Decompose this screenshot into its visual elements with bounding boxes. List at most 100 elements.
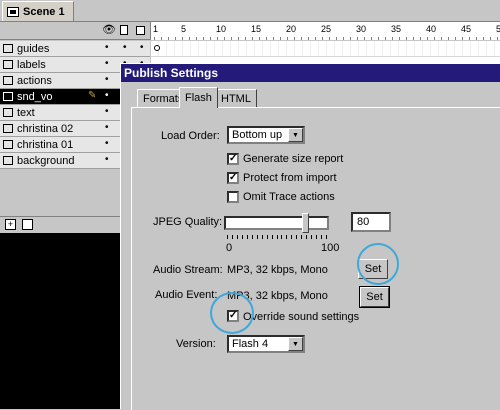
override-sound-label: Override sound settings [243,311,360,323]
ruler-tick [427,37,428,40]
ruler-tick [490,37,491,40]
highlight-circle [357,243,399,285]
load-order-label: Load Order: [161,130,220,142]
ruler-tick [259,37,260,40]
audio-stream-value: MP3, 32 kbps, Mono [227,264,328,276]
ruler-tick [217,37,218,40]
ruler-tick [406,37,407,40]
ruler-tick [497,37,498,40]
lock-icon[interactable] [120,25,128,35]
ruler-tick [245,37,246,40]
jpeg-quality-input[interactable]: 80 [351,212,391,232]
eye-icon[interactable]: 👁 [102,25,116,36]
layer-toggle-dot[interactable]: • [140,42,144,53]
slider-tick [321,235,323,239]
add-guide-icon[interactable] [22,219,33,230]
ruler-tick [196,37,197,40]
layer-toggle-dot[interactable]: • [105,122,109,133]
ruler-tick [413,37,414,40]
layer-empty-area [0,172,120,216]
ruler-tick [175,37,176,40]
jpeg-quality-slider[interactable] [224,216,329,230]
ruler-tick [182,37,183,40]
protect-from-import-checkbox[interactable]: ✓ [227,172,239,184]
version-label: Version: [176,338,216,350]
pencil-icon: ✎ [88,90,97,101]
ruler-number: 15 [251,24,262,34]
ruler-number: 1 [153,24,159,34]
ruler-number: 50 [496,24,500,34]
ruler-tick [336,37,337,40]
ruler-tick [308,37,309,40]
ruler-tick [378,37,379,40]
layer-toggle-dot[interactable]: • [105,42,109,53]
tab-html[interactable]: HTML [215,89,257,107]
slider-tick [241,235,243,239]
ruler-tick [476,37,477,40]
slider-tick [291,235,293,239]
slider-tick [231,235,233,239]
slider-tick [261,235,263,239]
slider-tick [246,235,248,239]
frame-row[interactable] [151,41,500,57]
layer-icon [3,140,13,149]
ruler-tick [203,37,204,40]
jpeg-slider-thumb[interactable] [302,213,310,233]
keyframe[interactable] [154,45,160,51]
outline-icon[interactable] [136,26,145,35]
generate-size-report-checkbox[interactable]: ✓ [227,153,239,165]
layer-name: guides [17,42,50,55]
dropdown-arrow-icon[interactable]: ▼ [288,128,303,142]
slider-tick [306,235,308,239]
layer-toggle-dot[interactable]: • [105,58,109,69]
audio-event-set-button[interactable]: Set [359,286,390,308]
load-order-select[interactable]: Bottom up ▼ [227,126,305,144]
layer-icon [3,60,13,69]
ruler-number: 25 [321,24,332,34]
slider-max-label: 100 [321,242,340,254]
layer-toggle-dot[interactable]: • [105,90,109,101]
layer-icon [3,108,13,117]
add-layer-icon[interactable]: + [5,219,16,230]
slider-min-label: 0 [226,242,233,254]
ruler-tick [483,37,484,40]
ruler-tick [364,37,365,40]
slider-tick [326,235,327,239]
ruler-tick [448,37,449,40]
slider-tick [256,235,258,239]
ruler-tick [224,37,225,40]
ruler-tick [238,37,239,40]
slider-tick [286,235,288,239]
layer-toggle-dot[interactable]: • [105,74,109,85]
ruler-number: 40 [426,24,437,34]
ruler-tick [280,37,281,40]
load-order-value: Bottom up [232,129,283,141]
stage-area [0,233,120,409]
layer-toggle-dot[interactable]: • [105,106,109,117]
version-select[interactable]: Flash 4 ▼ [227,335,305,353]
publish-settings-dialog: Publish Settings Formats Flash HTML Load… [120,63,500,410]
layer-icon [3,44,13,53]
dropdown-arrow-icon[interactable]: ▼ [288,337,303,351]
layer-row[interactable]: guides • • • [0,41,150,57]
layer-toggle-dot[interactable]: • [105,154,109,165]
layer-toggle-dot[interactable]: • [105,138,109,149]
frame-ruler[interactable]: 15101520253035404550 [150,22,500,40]
ruler-tick [469,37,470,40]
slider-tick [227,235,228,239]
frame-grid[interactable] [151,41,500,63]
ruler-tick [154,37,155,40]
layer-icon [3,92,13,101]
slider-tick [251,235,253,239]
ruler-tick [420,37,421,40]
layer-icon [3,76,13,85]
ruler-tick [287,37,288,40]
scene-tab[interactable]: Scene 1 [2,1,74,21]
layer-toggle-dot[interactable]: • [123,42,127,53]
layer-toolbar: + [0,216,120,232]
ruler-tick [343,37,344,40]
ruler-tick [329,37,330,40]
audio-stream-label: Audio Stream: [153,264,223,276]
tab-flash[interactable]: Flash [179,87,218,108]
omit-trace-actions-checkbox[interactable] [227,191,239,203]
